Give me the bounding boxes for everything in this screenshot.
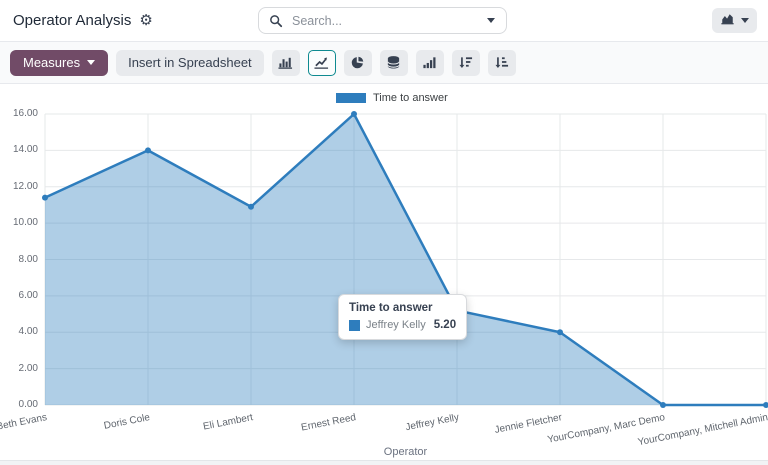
tooltip-title: Time to answer [349, 302, 456, 314]
chart-canvas[interactable] [0, 84, 768, 465]
y-tick-label: 8.00 [0, 254, 38, 266]
search-bar[interactable] [258, 7, 507, 34]
chevron-down-icon [487, 18, 495, 23]
tooltip-value: 5.20 [434, 319, 456, 331]
tooltip-swatch [349, 320, 360, 331]
control-panel: Operator Analysis ⚙ [0, 0, 768, 42]
y-tick-label: 6.00 [0, 290, 38, 302]
x-axis-title: Operator [45, 446, 766, 458]
bar-chart-button[interactable] [272, 50, 300, 76]
chevron-down-icon [87, 60, 95, 65]
chart-region: Time to answer 0.00 2.00 4.00 6.00 8.00 10.00… [0, 84, 768, 465]
sort-amount-asc-icon [494, 55, 509, 70]
page-title: Operator Analysis [13, 12, 131, 29]
sort-asc-button[interactable] [488, 50, 516, 76]
measures-button[interactable]: Measures [10, 50, 108, 76]
pie-chart-icon [350, 55, 365, 70]
sort-desc-button[interactable] [452, 50, 480, 76]
line-chart-button[interactable] [308, 50, 336, 76]
insert-label: Insert in Spreadsheet [128, 55, 252, 70]
insert-in-spreadsheet-button[interactable]: Insert in Spreadsheet [116, 50, 264, 76]
area-chart-icon [720, 12, 735, 29]
data-point [660, 402, 666, 408]
y-tick-label: 0.00 [0, 399, 38, 411]
y-tick-label: 12.00 [0, 181, 38, 193]
data-point [351, 111, 357, 117]
y-tick-label: 4.00 [0, 326, 38, 338]
operator-analysis-app: Operator Analysis ⚙ Measures Insert in S… [0, 0, 768, 465]
y-tick-label: 14.00 [0, 144, 38, 156]
data-point [557, 329, 563, 335]
tooltip-label: Jeffrey Kelly [366, 319, 426, 331]
line-chart-icon [314, 55, 329, 70]
tooltip-row: Jeffrey Kelly 5.20 [349, 319, 456, 331]
database-icon [386, 55, 401, 70]
y-tick-label: 16.00 [0, 108, 38, 120]
pie-chart-button[interactable] [344, 50, 372, 76]
bottom-strip [0, 460, 768, 465]
y-tick-label: 10.00 [0, 217, 38, 229]
view-switcher-button[interactable] [712, 8, 757, 33]
cumulative-toggle-button[interactable] [416, 50, 444, 76]
gear-icon[interactable]: ⚙ [139, 13, 152, 28]
breadcrumb: Operator Analysis ⚙ [13, 0, 153, 41]
search-dropdown-toggle[interactable] [476, 8, 506, 33]
y-tick-label: 2.00 [0, 363, 38, 375]
measures-label: Measures [23, 55, 80, 70]
stacked-toggle-button[interactable] [380, 50, 408, 76]
data-point [145, 147, 151, 153]
chevron-down-icon [741, 18, 749, 23]
sort-amount-desc-icon [458, 55, 473, 70]
search-input[interactable] [290, 13, 476, 29]
signal-bars-icon [422, 55, 437, 70]
data-point [763, 402, 768, 408]
bar-chart-icon [278, 55, 293, 70]
data-point [42, 195, 48, 201]
search-icon [269, 14, 283, 28]
graph-toolbar: Measures Insert in Spreadsheet [0, 42, 768, 84]
chart-tooltip: Time to answer Jeffrey Kelly 5.20 [338, 294, 467, 340]
data-point [248, 204, 254, 210]
